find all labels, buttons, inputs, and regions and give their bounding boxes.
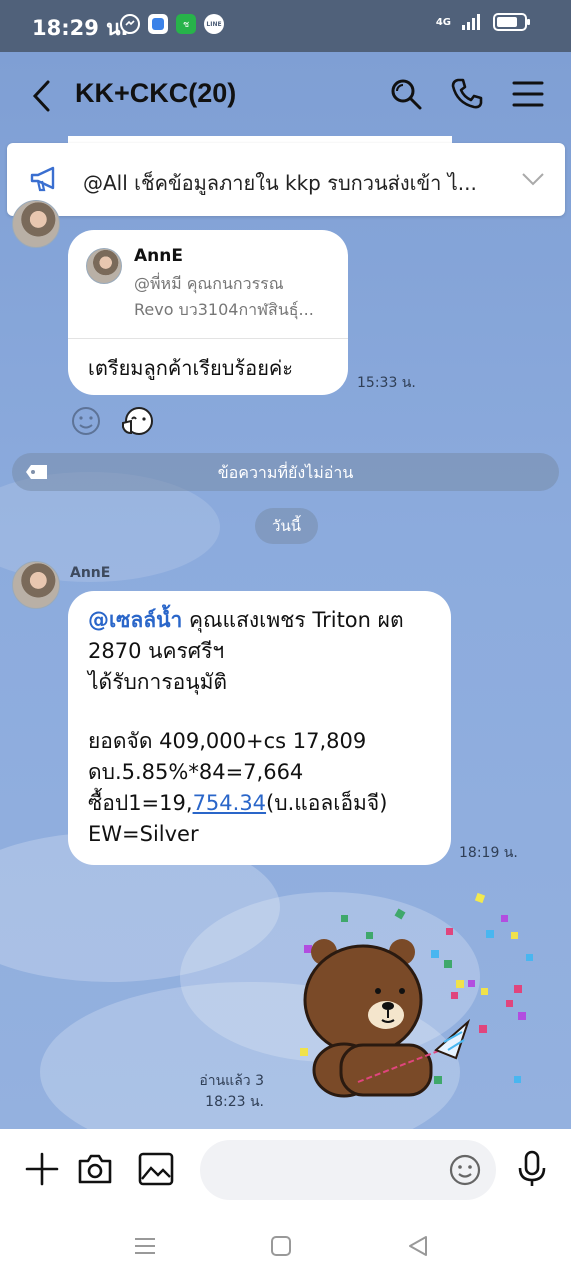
- status-time: 18:29 น.: [32, 16, 129, 40]
- reply-preview: @พี่หมี คุณกนกวรรณ: [134, 274, 284, 293]
- read-receipt: อ่านแล้ว 3 18:23 น.: [182, 1071, 264, 1113]
- message-time: 18:23 น.: [205, 1094, 264, 1110]
- message-line: (บ.แอลเอ็มจี): [266, 791, 388, 815]
- unread-separator: ข้อความที่ยังไม่อ่าน: [12, 453, 559, 491]
- message-line: ซื้อป1=19,: [88, 791, 193, 815]
- reply-preview: Revo บว3104กาฬสินธุ์...: [134, 300, 314, 319]
- chat-header: KK+CKC(20): [0, 52, 571, 138]
- search-icon[interactable]: [388, 76, 424, 112]
- unread-label: ข้อความที่ยังไม่อ่าน: [217, 463, 354, 482]
- message-line: คุณแสงเพชร Triton ผต: [182, 608, 404, 632]
- announcement-text: @All เช็คข้อมูลภายใน kkp รบกวนส่งเข้า ไ.…: [83, 171, 477, 195]
- recent-apps-icon[interactable]: [131, 1232, 159, 1260]
- status-bar: 18:29 น. ช LINE 4G: [0, 0, 571, 52]
- mic-icon[interactable]: [512, 1149, 552, 1189]
- message-time: 15:33 น.: [357, 375, 416, 391]
- reply-divider: [68, 338, 348, 339]
- avatar[interactable]: [12, 200, 60, 248]
- megaphone-icon: [30, 166, 55, 192]
- input-bar: [0, 1129, 571, 1212]
- message-text: เตรียมลูกค้าเรียบร้อยค่ะ: [88, 356, 294, 380]
- reply-avatar: [86, 248, 122, 284]
- network-type: 4G: [435, 16, 451, 28]
- file-icon: [148, 14, 168, 34]
- back-nav-icon[interactable]: [404, 1232, 432, 1260]
- message-bubble[interactable]: AnnE @พี่หมี คุณกนกวรรณ Revo บว3104กาฬสิ…: [68, 230, 348, 395]
- chat-title[interactable]: KK+CKC(20): [75, 78, 236, 109]
- date-separator: วันนี้: [255, 508, 318, 544]
- wink-emoji-icon[interactable]: [119, 405, 155, 439]
- reply-sender: AnnE: [134, 246, 183, 266]
- mention-link[interactable]: @เซลล์น้ำ: [88, 608, 182, 632]
- phone-icon[interactable]: [449, 76, 485, 112]
- message-line: ยอดจัด 409,000+cs 17,809: [88, 729, 367, 753]
- image-icon[interactable]: [136, 1149, 176, 1189]
- message-line: 2870 นครศรีฯ: [88, 639, 225, 663]
- message-line: ได้รับการอนุมัติ: [88, 670, 228, 694]
- announcement-banner[interactable]: @All เช็คข้อมูลภายใน kkp รบกวนส่งเข้า ไ.…: [7, 143, 565, 216]
- home-icon[interactable]: [267, 1232, 295, 1260]
- signal-icon: [462, 14, 480, 30]
- battery-icon: [493, 13, 530, 31]
- message-line: EW=Silver: [88, 822, 199, 846]
- app-icon: ช: [176, 14, 196, 34]
- line-icon: LINE: [204, 14, 224, 34]
- chevron-down-icon[interactable]: [521, 171, 545, 187]
- message-time: 18:19 น.: [459, 845, 518, 861]
- camera-icon[interactable]: [75, 1149, 115, 1189]
- plus-icon[interactable]: [22, 1149, 62, 1189]
- system-nav-bar: [0, 1212, 571, 1280]
- messenger-icon: [120, 14, 140, 34]
- message-line: ดบ.5.85%*84=7,664: [88, 760, 304, 784]
- sender-name: AnnE: [70, 565, 111, 581]
- phone-number-link[interactable]: 754.34: [193, 791, 266, 815]
- message-bubble[interactable]: @เซลล์น้ำ คุณแสงเพชร Triton ผต 2870 นครศ…: [68, 591, 451, 865]
- message-text: @เซลล์น้ำ คุณแสงเพชร Triton ผต 2870 นครศ…: [88, 605, 404, 850]
- back-icon[interactable]: [28, 76, 56, 116]
- add-reaction-icon[interactable]: [70, 405, 102, 437]
- avatar[interactable]: [12, 561, 60, 609]
- menu-icon[interactable]: [510, 76, 546, 112]
- emoji-icon[interactable]: [448, 1153, 482, 1187]
- brown-bear-sticker[interactable]: [296, 890, 536, 1102]
- status-app-icons: ช LINE: [120, 14, 224, 34]
- message-input[interactable]: [200, 1140, 496, 1200]
- status-right: 4G: [436, 13, 531, 31]
- read-count: อ่านแล้ว 3: [199, 1073, 264, 1089]
